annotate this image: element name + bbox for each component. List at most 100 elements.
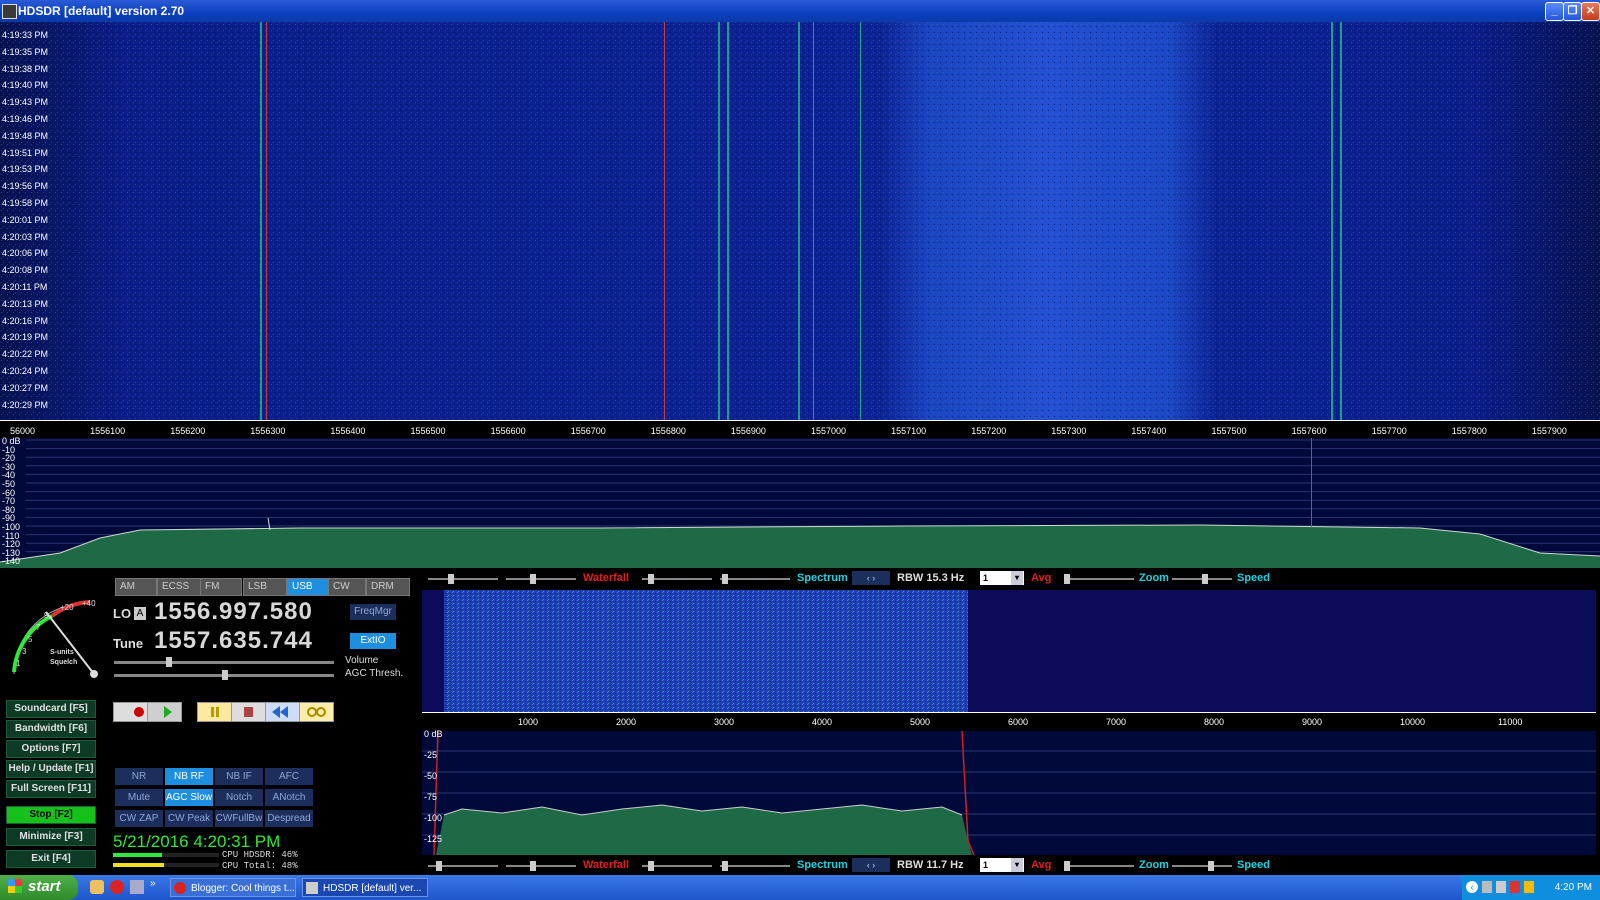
upper-slider-4-knob[interactable] [722,574,728,584]
frequency-axis[interactable]: 56000 1556100 1556200 1556300 1556400 1556500… [0,420,1600,439]
volume-slider[interactable] [114,657,334,667]
security-tray-icon[interactable] [1510,881,1520,893]
browser-quicklaunch-icon[interactable] [90,880,104,894]
lower-slider-2-knob[interactable] [530,861,536,871]
lower-avg-select[interactable]: 1 ▾ [980,858,1024,872]
app-quicklaunch-icon[interactable] [130,880,144,894]
lower-slider-3[interactable] [642,861,712,871]
lo-frequency[interactable]: 1556.997.580 [154,598,313,626]
lower-zoom-slider[interactable] [1064,861,1134,871]
bandwidth-button[interactable]: Bandwidth [F6] [6,720,96,738]
shield-tray-icon[interactable] [1524,881,1534,893]
lower-control-bar: Waterfall Spectrum ‹ › RBW 11.7 Hz 1 ▾ Av… [420,857,1600,875]
lower-speed-slider-knob[interactable] [1208,861,1214,871]
extio-button[interactable]: ExtIO [350,633,396,649]
upper-zoom-slider[interactable] [1064,574,1134,584]
full-screen-button[interactable]: Full Screen [F11] [6,780,96,798]
dsp-button-notch[interactable]: Notch [215,789,263,806]
upper-slider-2-knob[interactable] [530,574,536,584]
minimize-window-button[interactable]: _ [1545,2,1564,21]
lower-slider-4[interactable] [720,861,790,871]
upper-speed-slider[interactable] [1172,574,1232,584]
clock[interactable]: 4:20 PM [1555,882,1592,893]
lower-slider-3-knob[interactable] [648,861,654,871]
dsp-button-cw-peak[interactable]: CW Peak [165,810,213,827]
lower-zoom-slider-knob[interactable] [1064,861,1070,871]
dsp-button-cwfullbw[interactable]: CWFullBw [215,810,263,827]
taskbar-item-hdsdr[interactable]: HDSDR [default] ver... [302,878,428,897]
chevron-down-icon[interactable]: ▾ [1011,858,1023,872]
upper-rbw-arrows[interactable]: ‹ › [852,571,890,585]
spectrum-display[interactable]: 0 dB -10 -20 -30 -40 -50 -60 -70 -80 -90 -100 -110-… [0,436,1600,568]
dsp-button-agc-slow[interactable]: AGC Slow [165,789,213,806]
mode-button-usb[interactable]: USB [287,578,329,596]
dsp-button-nb-rf[interactable]: NB RF [165,768,213,785]
opera-quicklaunch-icon[interactable] [110,880,124,894]
lower-speed-slider[interactable] [1172,861,1232,871]
waterfall-time-label: 4:20:01 PM [2,214,49,225]
stop-playback-button[interactable] [231,702,266,722]
mode-button-fm[interactable]: FM [200,578,242,596]
pause-button[interactable] [197,702,232,722]
mode-button-lsb[interactable]: LSB [243,578,287,596]
dsp-button-nr[interactable]: NR [115,768,163,785]
waterfall-time-label: 4:20:29 PM [2,399,49,410]
zoom-waterfall[interactable] [422,590,1596,712]
lower-rbw-arrows[interactable]: ‹ › [852,858,890,872]
quicklaunch-chevron-icon[interactable]: » [150,878,156,889]
agc-threshold-slider-knob[interactable] [222,670,228,680]
minimize-button[interactable]: Minimize [F3] [6,828,96,846]
upper-slider-3-knob[interactable] [648,574,654,584]
upper-zoom-slider-knob[interactable] [1064,574,1070,584]
freqmgr-button[interactable]: FreqMgr [350,604,396,620]
dsp-button-despread[interactable]: Despread [265,810,313,827]
soundcard-button[interactable]: Soundcard [F5] [6,700,96,718]
mode-button-cw[interactable]: CW [328,578,366,596]
svg-text:1: 1 [16,659,21,668]
dsp-button-afc[interactable]: AFC [265,768,313,785]
lower-slider-2[interactable] [506,861,576,871]
record-button[interactable] [113,702,148,722]
upper-avg-select[interactable]: 1 ▾ [980,571,1024,585]
upper-slider-4[interactable] [720,574,790,584]
zoom-frequency-axis[interactable]: 1000 2000 3000 4000 5000 6000 7000 8000 9000 1000… [422,712,1596,732]
upper-speed-slider-knob[interactable] [1202,574,1208,584]
exit-button[interactable]: Exit [F4] [6,850,96,868]
upper-slider-2[interactable] [506,574,576,584]
waterfall-display[interactable]: 4:19:33 PM 4:19:35 PM 4:19:38 PM 4:19:40 PM… [0,22,1600,420]
upper-slider-1[interactable] [428,574,498,584]
dsp-button-anotch[interactable]: ANotch [265,789,313,806]
help-update-button[interactable]: Help / Update [F1] [6,760,96,778]
volume-slider-knob[interactable] [166,657,172,667]
chevron-down-icon[interactable]: ▾ [1011,571,1023,585]
title-bar[interactable]: HDSDR [default] version 2.70 _ ❐ ✕ [0,0,1600,22]
play-button[interactable] [147,702,182,722]
close-window-button[interactable]: ✕ [1581,2,1600,21]
agc-thresh-label: AGC Thresh. [345,668,404,679]
upper-slider-1-knob[interactable] [448,574,454,584]
lo-badge[interactable]: A [134,607,146,620]
zoom-spectrum[interactable]: 0 dB -25 -50 -75 -100 -125 [422,729,1596,856]
dsp-button-mute[interactable]: Mute [115,789,163,806]
rewind-button[interactable] [265,702,300,722]
network-icon[interactable] [1482,881,1492,893]
mode-button-drm[interactable]: DRM [366,578,410,596]
mode-button-am[interactable]: AM [115,578,157,596]
lower-slider-1-knob[interactable] [436,861,442,871]
lower-slider-1[interactable] [428,861,498,871]
stop-button[interactable]: Stop [F2] [6,806,96,824]
mode-button-ecss[interactable]: ECSS [157,578,201,596]
start-button[interactable]: start [0,875,78,900]
options-button[interactable]: Options [F7] [6,740,96,758]
restore-window-button[interactable]: ❐ [1563,2,1582,21]
dsp-button-cw-zap[interactable]: CW ZAP [115,810,163,827]
tune-frequency[interactable]: 1557.635.744 [154,627,313,655]
upper-slider-3[interactable] [642,574,712,584]
taskbar-item-blogger[interactable]: Blogger: Cool things t... [170,878,296,897]
dsp-button-nb-if[interactable]: NB IF [215,768,263,785]
tray-expand-icon[interactable]: ‹ [1466,881,1478,893]
lower-slider-4-knob[interactable] [722,861,728,871]
agc-threshold-slider[interactable] [114,670,334,680]
volume-tray-icon[interactable] [1496,881,1506,893]
loop-button[interactable] [299,702,334,722]
